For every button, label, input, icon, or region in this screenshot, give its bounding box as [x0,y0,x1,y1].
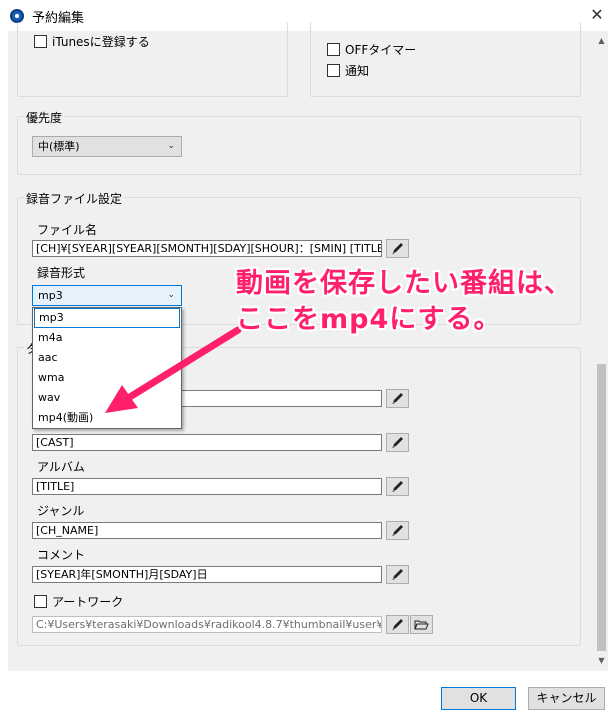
filename-label: ファイル名 [37,223,98,237]
artwork-browse-button[interactable] [410,615,433,634]
priority-select-value: 中(標準) [38,140,80,153]
app-icon [10,9,24,23]
genre-label: ジャンル [37,504,85,518]
pencil-icon [392,481,403,492]
format-select[interactable]: mp3 ⌄ [32,285,182,306]
format-dropdown-list: mp3 m4a aac wma wav mp4(動画) [32,307,182,429]
pencil-icon [392,437,403,448]
recording-file-group-title: 録音ファイル設定 [24,190,125,207]
format-option-m4a[interactable]: m4a [34,328,180,348]
comment-label: コメント [37,548,86,562]
chevron-down-icon: ⌄ [167,141,175,151]
format-label: 録音形式 [37,266,86,280]
album-edit-button[interactable] [386,477,409,496]
pencil-icon [392,393,403,404]
filename-edit-button[interactable] [386,239,409,258]
pencil-icon [392,569,403,580]
format-select-value: mp3 [38,289,63,302]
pencil-icon [392,243,403,254]
scroll-down-arrow-icon[interactable]: ▼ [595,656,608,665]
priority-select[interactable]: 中(標準) ⌄ [32,136,182,157]
format-option-mp4[interactable]: mp4(動画) [34,408,180,428]
annotation-line2: ここをmp4にする。 [236,304,502,335]
pencil-icon [392,525,403,536]
scroll-up-arrow-icon[interactable]: ▲ [595,36,608,45]
tag-field1-edit-button[interactable] [386,389,409,408]
comment-edit-button[interactable] [386,565,409,584]
cancel-button[interactable]: キャンセル [528,687,605,710]
album-label: アルバム [37,460,85,474]
folder-open-icon [414,620,429,630]
chevron-down-icon: ⌄ [167,290,175,300]
artwork-checkbox[interactable] [34,595,47,608]
artist-input[interactable]: [CAST] [32,434,382,451]
artwork-edit-button[interactable] [386,615,409,634]
format-option-wma[interactable]: wma [34,368,180,388]
album-input[interactable]: [TITLE] [32,478,382,495]
filename-input[interactable]: [CH]¥[SYEAR][SYEAR][SMONTH][SDAY][SHOUR]… [32,240,382,257]
close-button[interactable]: ✕ [586,4,608,26]
format-option-aac[interactable]: aac [34,348,180,368]
itunes-label: iTunesに登録する [52,35,150,49]
options-group-right [310,22,581,97]
genre-input[interactable]: [CH_NAME] [32,522,382,539]
format-option-wav[interactable]: wav [34,388,180,408]
notify-checkbox[interactable] [327,64,340,77]
annotation-text: 動画を保存したい番組は、 ここをmp4にする。 [236,266,572,338]
format-option-mp3[interactable]: mp3 [34,308,180,328]
priority-group-title: 優先度 [24,109,65,126]
off-timer-label: OFFタイマー [345,43,417,57]
artwork-path-input[interactable]: C:¥Users¥terasaki¥Downloads¥radikool4.8.… [32,616,382,633]
comment-input[interactable]: [SYEAR]年[SMONTH]月[SDAY]日 [32,566,382,583]
genre-edit-button[interactable] [386,521,409,540]
artist-edit-button[interactable] [386,433,409,452]
off-timer-checkbox[interactable] [327,43,340,56]
annotation-line1: 動画を保存したい番組は、 [236,268,572,299]
pencil-icon [392,619,403,630]
artwork-label: アートワーク [52,595,124,609]
notify-label: 通知 [345,64,370,78]
scrollbar-thumb[interactable] [597,364,606,651]
itunes-checkbox[interactable] [34,35,47,48]
ok-button[interactable]: OK [441,687,516,710]
